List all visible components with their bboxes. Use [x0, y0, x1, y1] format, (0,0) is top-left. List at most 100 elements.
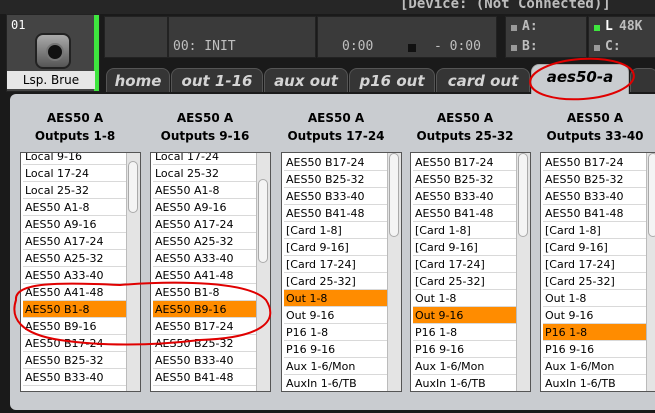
channel-number: 01	[11, 18, 26, 32]
source-option[interactable]: Out 9-16	[413, 307, 518, 324]
source-option[interactable]: AES50 B17-24	[284, 154, 389, 171]
source-option[interactable]: AuxIn 1-6/TB	[284, 375, 389, 391]
bus-a-indicator	[511, 25, 517, 31]
source-option[interactable]: [Card 17-24]	[543, 256, 648, 273]
source-option[interactable]: AuxIn 1-6/TB	[413, 375, 518, 391]
source-listbox[interactable]: Local 9-16 Local 17-24 Local 25-32 AES50 A1…	[20, 152, 141, 392]
source-option[interactable]: AES50 A17-24	[153, 216, 258, 233]
source-option[interactable]: Out 1-8	[413, 290, 518, 307]
tab-aux-out[interactable]: aux out	[264, 68, 348, 92]
scene-display[interactable]: 00: INIT	[168, 16, 316, 58]
source-option[interactable]: AES50 B1-8	[23, 301, 128, 318]
source-option[interactable]: [Card 25-32]	[413, 273, 518, 290]
source-option[interactable]: AES50 B17-24	[23, 335, 128, 352]
source-option[interactable]: AES50 B25-32	[413, 171, 518, 188]
source-option[interactable]: AES50 A9-16	[153, 199, 258, 216]
source-option[interactable]: AES50 B41-48	[543, 205, 648, 222]
source-option[interactable]: [Card 9-16]	[284, 239, 389, 256]
source-option[interactable]: P16 1-8	[413, 324, 518, 341]
source-listbox[interactable]: AES50 B17-24 AES50 B25-32 AES50 B33-40 AES5…	[281, 152, 402, 392]
scene-display-left	[104, 16, 168, 58]
tab-stub-right[interactable]	[630, 68, 655, 92]
source-option[interactable]: [Card 1-8]	[543, 222, 648, 239]
source-option[interactable]: AES50 A33-40	[23, 267, 128, 284]
listbox-scrollbar[interactable]	[126, 153, 140, 391]
source-option[interactable]: AES50 B41-48	[413, 205, 518, 222]
source-option[interactable]: [Card 1-8]	[284, 222, 389, 239]
source-option[interactable]: P16 1-8	[543, 324, 648, 341]
source-option[interactable]: AES50 B1-8	[153, 284, 258, 301]
source-listbox[interactable]: AES50 B17-24 AES50 B25-32 AES50 B33-40 AES5…	[540, 152, 655, 392]
source-option[interactable]: AES50 A41-48	[23, 284, 128, 301]
source-listbox[interactable]: AES50 B17-24 AES50 B25-32 AES50 B33-40 AES5…	[410, 152, 531, 392]
source-option[interactable]: Aux 1-6/Mon	[284, 358, 389, 375]
source-option[interactable]: Local 17-24	[23, 165, 128, 182]
column-subtitle: Outputs 17-24	[287, 129, 385, 143]
source-option[interactable]: Local 17-24	[153, 153, 258, 165]
source-option[interactable]: AES50 B17-24	[543, 154, 648, 171]
scrollbar-thumb[interactable]	[389, 153, 399, 237]
channel-selector[interactable]: 01 Lsp. Brue	[6, 14, 100, 92]
source-option[interactable]: AES50 A25-32	[23, 250, 128, 267]
source-option[interactable]: AES50 B9-16	[23, 318, 128, 335]
source-option[interactable]: AES50 B33-40	[23, 369, 128, 386]
source-option[interactable]: AES50 B17-24	[153, 318, 258, 335]
source-option[interactable]: AES50 B41-48	[153, 369, 258, 386]
listbox-scrollbar[interactable]	[646, 153, 655, 391]
source-option[interactable]: AES50 A33-40	[153, 250, 258, 267]
source-option[interactable]: Local 25-32	[23, 182, 128, 199]
source-option[interactable]: AES50 B17-24	[413, 154, 518, 171]
source-option[interactable]: Aux 1-6/Mon	[413, 358, 518, 375]
source-option[interactable]: AES50 A41-48	[153, 267, 258, 284]
source-listbox[interactable]: Local 17-24 Local 25-32 AES50 A1-8 AES50 A9…	[150, 152, 271, 392]
source-option[interactable]: P16 9-16	[284, 341, 389, 358]
listbox-scrollbar[interactable]	[516, 153, 530, 391]
scrollbar-thumb[interactable]	[258, 179, 268, 263]
source-option[interactable]: AES50 B41-48	[284, 205, 389, 222]
source-option[interactable]: [Card 1-8]	[413, 222, 518, 239]
source-option[interactable]: Out 9-16	[284, 307, 389, 324]
source-option[interactable]: AES50 A25-32	[153, 233, 258, 250]
source-option[interactable]: AES50 A1-8	[153, 182, 258, 199]
tab-home[interactable]: home	[106, 68, 170, 92]
source-option[interactable]: P16 9-16	[413, 341, 518, 358]
source-option[interactable]: AES50 B25-32	[284, 171, 389, 188]
source-option[interactable]: AES50 B25-32	[153, 335, 258, 352]
source-option[interactable]: [Card 9-16]	[413, 239, 518, 256]
source-option[interactable]: AES50 B25-32	[543, 171, 648, 188]
source-option[interactable]: AES50 A1-8	[23, 199, 128, 216]
scrollbar-thumb[interactable]	[128, 161, 138, 213]
listbox-scrollbar[interactable]	[256, 153, 270, 391]
source-option[interactable]: AuxIn 1-6/TB	[543, 375, 648, 391]
source-option[interactable]: Out 9-16	[543, 307, 648, 324]
source-option[interactable]: AES50 A17-24	[23, 233, 128, 250]
source-option[interactable]: AES50 B33-40	[543, 188, 648, 205]
source-option[interactable]: [Card 17-24]	[413, 256, 518, 273]
source-option[interactable]: [Card 25-32]	[543, 273, 648, 290]
source-option[interactable]: Out 1-8	[284, 290, 389, 307]
source-option[interactable]: AES50 A9-16	[23, 216, 128, 233]
source-option[interactable]: Local 25-32	[153, 165, 258, 182]
source-option[interactable]: Out 1-8	[543, 290, 648, 307]
tab-card-out[interactable]: card out	[436, 68, 530, 92]
tab-p16-out[interactable]: p16 out	[349, 68, 435, 92]
scrollbar-thumb[interactable]	[648, 153, 655, 237]
listbox-scrollbar[interactable]	[387, 153, 401, 391]
tab-aes50-a[interactable]: aes50-a	[531, 64, 629, 94]
tab-out-1-16[interactable]: out 1-16	[171, 68, 263, 92]
scrollbar-thumb[interactable]	[518, 153, 528, 237]
source-option[interactable]: [Card 9-16]	[543, 239, 648, 256]
source-option[interactable]: Aux 1-6/Mon	[543, 358, 648, 375]
bus-b-indicator	[511, 45, 517, 51]
source-option[interactable]: AES50 B33-40	[413, 188, 518, 205]
source-option[interactable]: AES50 B25-32	[23, 352, 128, 369]
source-option[interactable]: AES50 B33-40	[284, 188, 389, 205]
source-option[interactable]: AES50 B33-40	[153, 352, 258, 369]
source-option[interactable]: P16 9-16	[543, 341, 648, 358]
source-option[interactable]: AES50 B9-16	[153, 301, 258, 318]
stop-icon[interactable]	[408, 44, 416, 52]
source-option[interactable]: [Card 17-24]	[284, 256, 389, 273]
source-option[interactable]: [Card 25-32]	[284, 273, 389, 290]
source-option[interactable]: P16 1-8	[284, 324, 389, 341]
source-option[interactable]: Local 9-16	[23, 153, 128, 165]
